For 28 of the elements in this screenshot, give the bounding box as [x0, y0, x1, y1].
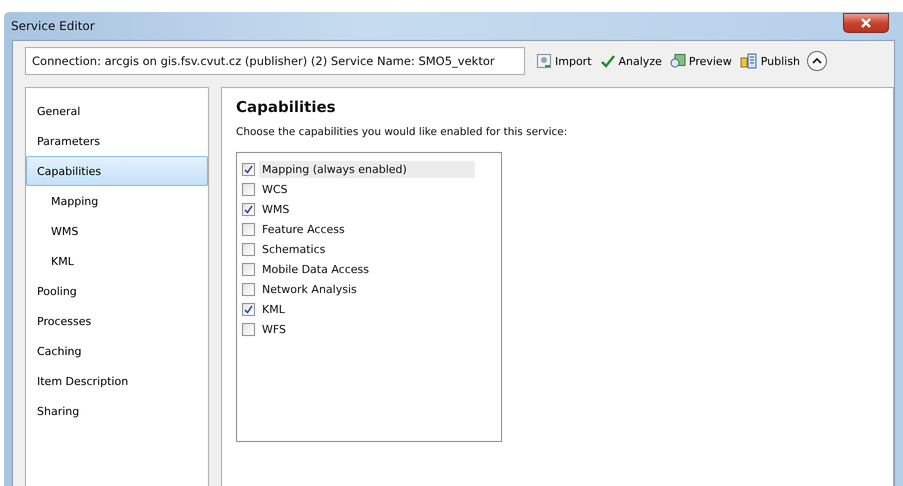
capability-item[interactable]: KML: [259, 300, 288, 318]
instruction-text: Choose the capabilities you would like enabled for this service:: [236, 126, 568, 138]
capability-item[interactable]: Feature Access: [259, 220, 348, 238]
sidebar-item[interactable]: Parameters: [26, 126, 208, 156]
sidebar-item[interactable]: Mapping: [26, 186, 208, 216]
sidebar-item[interactable]: KML: [26, 246, 208, 276]
toolbar-button[interactable]: Publish: [738, 51, 801, 71]
section-heading: Capabilities: [236, 98, 337, 116]
window-title: Service Editor: [11, 19, 95, 33]
sidebar-item[interactable]: Pooling: [26, 276, 208, 306]
capability-item[interactable]: Network Analysis: [259, 280, 360, 298]
toolbar-button[interactable]: Import: [535, 51, 593, 71]
capability-item[interactable]: WFS: [259, 320, 289, 338]
capability-item[interactable]: Mobile Data Access: [259, 260, 372, 278]
toolbar-button[interactable]: Analyze: [598, 51, 663, 71]
connection-info: Connection: arcgis on gis.fsv.cvut.cz (publisher) (2) Service Name: SMO5_vektor: [25, 47, 525, 75]
sidebar-item[interactable]: Caching: [26, 336, 208, 366]
sidebar-item[interactable]: Capabilities: [26, 156, 208, 186]
capability-item[interactable]: WMS: [259, 200, 292, 218]
sidebar-item[interactable]: General: [26, 96, 208, 126]
toolbar-button[interactable]: Preview: [668, 51, 733, 71]
sidebar-item[interactable]: Sharing: [26, 396, 208, 426]
sidebar-item[interactable]: Processes: [26, 306, 208, 336]
sidebar-item[interactable]: WMS: [26, 216, 208, 246]
capability-item[interactable]: Schematics: [259, 240, 328, 258]
capability-item[interactable]: WCS: [259, 180, 291, 198]
sidebar-item[interactable]: Item Description: [26, 366, 208, 396]
capability-item[interactable]: Mapping (always enabled): [259, 160, 475, 178]
